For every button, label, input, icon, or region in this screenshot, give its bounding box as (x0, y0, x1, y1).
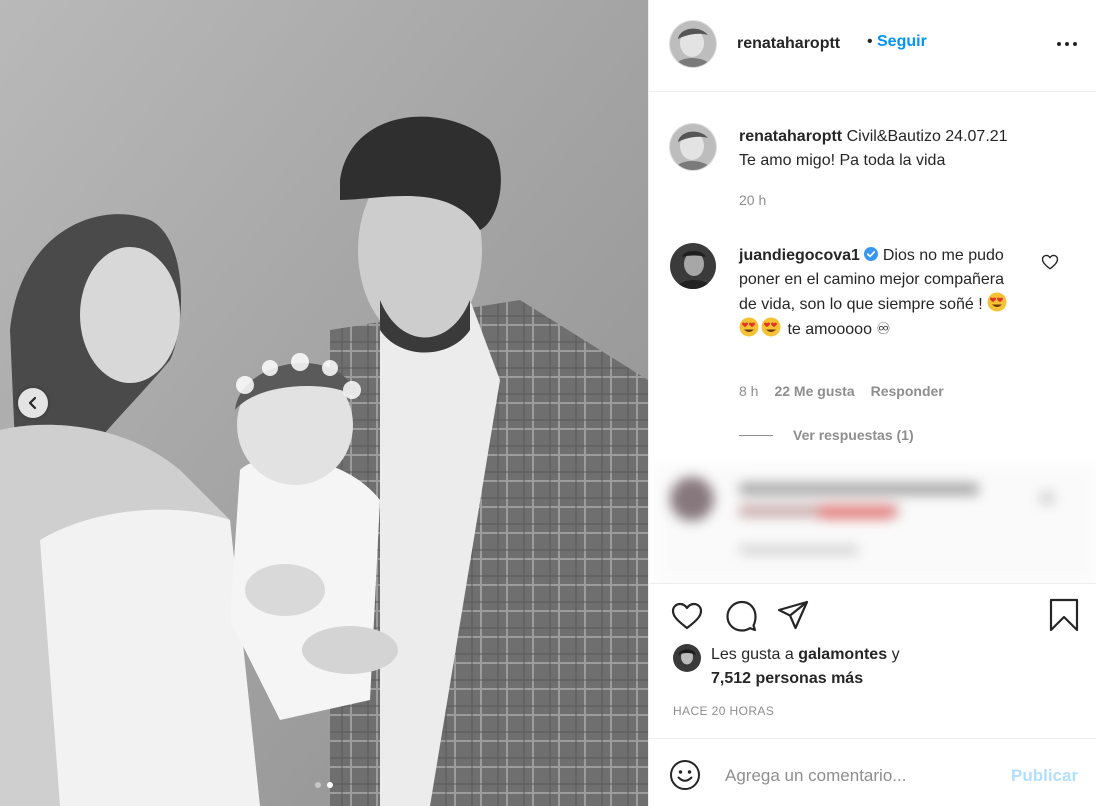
caption-time[interactable]: 20 h (739, 192, 766, 208)
verified-badge-icon (864, 247, 879, 261)
comment-input[interactable] (725, 763, 995, 789)
author-avatar[interactable] (670, 21, 716, 67)
view-replies-button[interactable]: Ver respuestas (1) (739, 427, 914, 443)
follow-button[interactable]: Seguir (877, 33, 927, 51)
comment: juandiegocova1 Dios no me pudo poner en … (739, 244, 1019, 342)
separator-dot: • (867, 33, 873, 50)
post-actions: Les gusta a galamontes y 7,512 personas … (649, 583, 1096, 806)
likes-count[interactable]: 7,512 personas más (711, 670, 863, 688)
likes-prefix: Les gusta a (711, 646, 794, 663)
carousel-dot (315, 782, 321, 788)
replies-line (739, 434, 773, 436)
view-replies-label: Ver respuestas (1) (793, 427, 914, 443)
chevron-left-icon (28, 396, 37, 410)
carousel-dot-active (327, 782, 333, 788)
commenter-avatar[interactable] (670, 243, 716, 289)
comments-list[interactable]: renataharoptt Civil&Bautizo 24.07.21 Te … (649, 93, 1096, 583)
blurred-comment (654, 463, 1096, 583)
caption: renataharoptt Civil&Bautizo 24.07.21 Te … (739, 125, 1069, 173)
comment-heart-icon[interactable] (1041, 253, 1059, 271)
comment-likes[interactable]: 22 Me gusta (774, 383, 854, 399)
heart-icon (671, 602, 703, 630)
smiley-icon[interactable] (669, 759, 701, 791)
post-header: renataharoptt • Seguir (649, 0, 1096, 92)
likes-conj: y (891, 646, 900, 663)
comment-time[interactable]: 8 h (739, 383, 758, 399)
liker-avatar[interactable] (673, 644, 701, 672)
bookmark-icon (1049, 598, 1079, 632)
comment-meta: 8 h 22 Me gusta Responder (739, 383, 944, 399)
caption-text-line1: Civil&Bautizo 24.07.21 (846, 128, 1008, 145)
caption-username[interactable]: renataharoptt (739, 128, 842, 145)
post-side-panel: renataharoptt • Seguir renataharoptt Civ… (648, 0, 1096, 806)
post-timestamp[interactable]: HACE 20 HORAS (673, 704, 774, 718)
comment-text-end: te amooooo ♾ (787, 321, 891, 338)
comment-bubble-icon (726, 600, 757, 632)
heart-eyes-emoji (739, 317, 759, 337)
heart-eyes-emoji (987, 292, 1007, 312)
share-button[interactable] (776, 598, 810, 632)
publish-button[interactable]: Publicar (1011, 766, 1078, 786)
carousel-indicator (0, 782, 648, 788)
add-comment-bar: Publicar (649, 738, 1096, 806)
like-button[interactable] (670, 599, 704, 633)
heart-eyes-emoji (761, 317, 781, 337)
caption-avatar[interactable] (670, 124, 716, 170)
comment-username[interactable]: juandiegocova1 (739, 247, 860, 264)
likes-summary: Les gusta a galamontes y (711, 646, 900, 664)
reply-button[interactable]: Responder (871, 383, 944, 399)
more-options-icon[interactable] (1057, 38, 1077, 50)
family-photo (0, 0, 648, 806)
liker-username[interactable]: galamontes (798, 646, 887, 663)
paper-plane-icon (777, 600, 809, 630)
caption-text-line2: Te amo migo! Pa toda la vida (739, 152, 946, 169)
author-username[interactable]: renataharoptt (737, 35, 840, 53)
post-photo[interactable] (0, 0, 648, 806)
comment-button[interactable] (724, 599, 758, 633)
save-button[interactable] (1047, 598, 1081, 632)
carousel-prev-button[interactable] (18, 388, 48, 418)
